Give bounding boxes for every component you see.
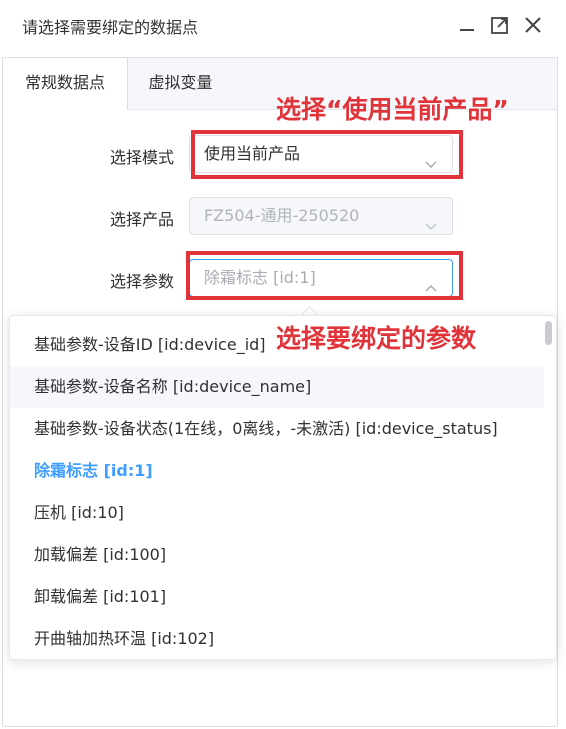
option-device-name[interactable]: 基础参数-设备名称 [id:device_name] (10, 366, 544, 408)
chevron-up-icon (424, 272, 438, 308)
close-icon[interactable] (522, 14, 544, 36)
mode-label: 选择模式 (109, 148, 174, 167)
option-crankshaft-heating-temp[interactable]: 开曲轴加热环温 [id:102] (10, 618, 544, 659)
option-load-deviation[interactable]: 加载偏差 [id:100] (10, 534, 544, 576)
product-value: FZ504-通用-250520 (204, 206, 360, 225)
param-label: 选择参数 (109, 272, 174, 291)
product-label: 选择产品 (109, 210, 174, 229)
option-unload-deviation[interactable]: 卸载偏差 [id:101] (10, 576, 544, 618)
param-dropdown: 基础参数-设备ID [id:device_id] 基础参数-设备名称 [id:d… (9, 315, 557, 660)
param-select[interactable]: 除霜标志 [id:1] (189, 259, 453, 297)
product-select: FZ504-通用-250520 (189, 197, 453, 235)
mode-value: 使用当前产品 (204, 144, 301, 163)
tab-virtual-variables[interactable]: 虚拟变量 (128, 58, 233, 109)
option-defrost-flag[interactable]: 除霜标志 [id:1] (10, 450, 544, 492)
mode-select[interactable]: 使用当前产品 (189, 135, 453, 173)
param-placeholder: 除霜标志 [id:1] (204, 268, 316, 287)
minimize-icon[interactable] (456, 14, 478, 36)
dialog-title: 请选择需要绑定的数据点 (22, 18, 199, 37)
tab-regular-datapoints[interactable]: 常规数据点 (3, 58, 128, 110)
bind-datapoint-dialog: 请选择需要绑定的数据点 常规数据点 虚拟变量 选择模式 使用当前产品 选择产品 … (0, 0, 566, 729)
option-compressor[interactable]: 压机 [id:10] (10, 492, 544, 534)
dropdown-scrollbar[interactable] (545, 321, 552, 345)
option-device-status[interactable]: 基础参数-设备状态(1在线，0离线，-未激活) [id:device_statu… (10, 408, 544, 450)
chevron-down-icon (424, 148, 438, 184)
param-annotation: 选择要绑定的参数 (276, 324, 477, 353)
maximize-icon[interactable] (489, 14, 511, 36)
chevron-down-icon (424, 210, 438, 246)
mode-annotation: 选择“使用当前产品” (276, 95, 509, 124)
